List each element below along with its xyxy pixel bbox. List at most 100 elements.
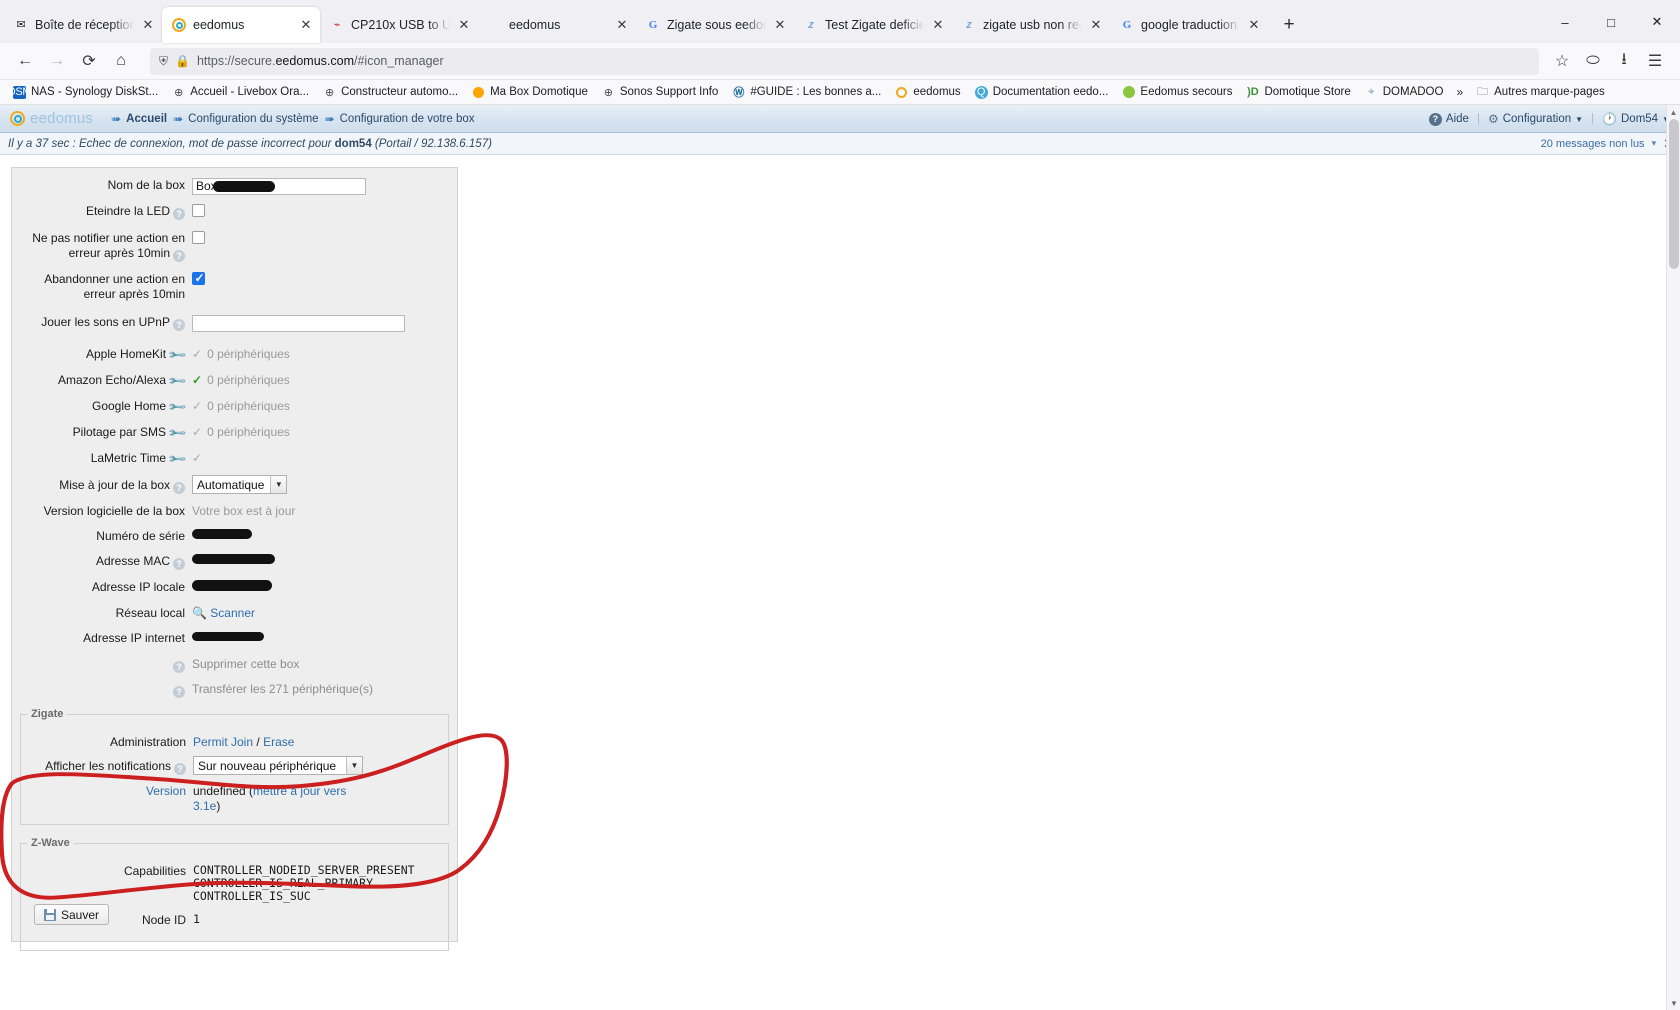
unread-count[interactable]: 20 messages non lus — [1541, 138, 1645, 150]
scroll-down-icon[interactable]: ▼ — [1667, 996, 1680, 1010]
browser-tab[interactable]: z Test Zigate deficient – Pa... ✕ — [794, 7, 952, 43]
tab-close-icon[interactable]: ✕ — [140, 17, 156, 33]
help-icon[interactable]: ? — [173, 661, 185, 673]
help-icon[interactable]: ? — [173, 558, 185, 570]
chevron-down-icon[interactable]: ▾ — [1652, 138, 1657, 149]
field-abandon-error: Abandonner une action en erreur après 10… — [12, 271, 457, 302]
browser-tab[interactable]: ⌁ CP210x USB to UART Bri... ✕ — [320, 7, 478, 43]
help-icon[interactable]: ? — [173, 482, 185, 494]
user-menu[interactable]: 🕐 Dom54 ▼ — [1602, 112, 1670, 126]
bookmark-item[interactable]: ⊕ Accueil - Livebox Ora... — [165, 84, 316, 101]
minimize-button[interactable]: – — [1542, 5, 1588, 39]
bookmark-item[interactable]: ⊕ Constructeur automo... — [316, 84, 465, 101]
downloads-icon[interactable]: ⭳ — [1609, 46, 1639, 76]
bookmark-item[interactable]: Eedomus secours — [1115, 84, 1239, 101]
browser-tab-active[interactable]: eedomus ✕ — [162, 7, 320, 43]
bookmarks-overflow-icon[interactable]: » — [1450, 83, 1469, 101]
browser-tab[interactable]: ✉ Boîte de réception (5 23... ✕ — [4, 7, 162, 43]
breadcrumb-item-config-systeme[interactable]: ➠ Configuration du système — [173, 112, 318, 126]
upnp-sounds-input[interactable] — [192, 315, 405, 332]
bookmark-item[interactable]: DSM NAS - Synology DiskSt... — [6, 84, 165, 101]
home-icon[interactable]: ⌂ — [106, 46, 136, 76]
configuration-menu[interactable]: ⚙ Configuration ▼ — [1488, 112, 1583, 126]
close-window-button[interactable]: ✕ — [1634, 5, 1680, 39]
bookmark-item[interactable]: ⌖ DOMADOO — [1358, 84, 1451, 101]
tab-close-icon[interactable]: ✕ — [772, 17, 788, 33]
back-icon[interactable]: ← — [10, 46, 40, 76]
wrench-icon[interactable]: 🔧 — [167, 397, 188, 418]
other-bookmarks-folder[interactable]: 🗀 Autres marque-pages — [1469, 84, 1612, 101]
help-icon[interactable]: ? — [173, 319, 185, 331]
delete-box-label[interactable]: Supprimer cette box — [192, 657, 457, 672]
shield-icon[interactable]: ⛨ — [159, 54, 168, 69]
wrench-icon[interactable]: 🔧 — [167, 345, 188, 366]
tab-close-icon[interactable]: ✕ — [298, 17, 314, 33]
field-software-version: Version logicielle de la box Votre box e… — [12, 504, 457, 519]
field-label: Pilotage par SMS🔧 — [72, 422, 188, 444]
help-icon[interactable]: ? — [173, 686, 185, 698]
tab-close-icon[interactable]: ✕ — [456, 17, 472, 33]
eedomus-logo[interactable]: eedomus — [10, 110, 93, 127]
breadcrumb-item-config-box[interactable]: ➠ Configuration de votre box — [325, 112, 475, 126]
field-google-home: Google Home🔧 ✓ 0 périphériques — [12, 397, 457, 418]
bookmark-star-icon[interactable]: ☆ — [1547, 46, 1577, 76]
integration-status: 0 périphériques — [207, 373, 290, 387]
scrollbar-thumb[interactable] — [1669, 119, 1679, 269]
box-name-input[interactable]: Box — [192, 178, 366, 195]
bookmark-item[interactable]: )D Domotique Store — [1239, 84, 1357, 101]
help-button[interactable]: ? Aide — [1428, 112, 1469, 126]
permit-join-link[interactable]: Permit Join — [193, 735, 253, 749]
save-to-pocket-icon[interactable]: ⬭ — [1578, 46, 1608, 76]
transfer-devices-label[interactable]: Transférer les 271 périphérique(s) — [192, 682, 457, 697]
nas-icon: DSM — [7, 85, 32, 99]
app-menu-icon[interactable]: ☰ — [1640, 46, 1670, 76]
browser-tab[interactable]: G Zigate sous eedomus + ... ✕ — [636, 7, 794, 43]
new-tab-button[interactable]: + — [1274, 10, 1304, 40]
orange-dot-icon — [472, 86, 485, 99]
browser-window: ✉ Boîte de réception (5 23... ✕ eedomus … — [0, 0, 1680, 1010]
arrow-right-icon: ➠ — [324, 111, 335, 126]
software-version-value: Votre box est à jour — [192, 504, 296, 518]
browser-tab[interactable]: G google traduction - Rec... ✕ — [1110, 7, 1268, 43]
browser-tab[interactable]: z zigate usb non reconnu... ✕ — [952, 7, 1110, 43]
update-mode-select[interactable]: Automatique ▼ — [192, 475, 288, 494]
help-icon[interactable]: ? — [173, 208, 185, 220]
wrench-icon[interactable]: 🔧 — [167, 449, 188, 470]
save-button[interactable]: Sauver — [34, 904, 110, 925]
gear-icon: ⚙ — [1487, 112, 1499, 126]
tab-close-icon[interactable]: ✕ — [1088, 17, 1104, 33]
help-icon[interactable]: ? — [173, 250, 185, 262]
tab-close-icon[interactable]: ✕ — [930, 17, 946, 33]
help-icon[interactable]: ? — [174, 763, 186, 775]
breadcrumb-item-accueil[interactable]: ➠ Accueil — [111, 112, 167, 126]
reload-icon[interactable]: ⟳ — [74, 46, 104, 76]
bookmark-item[interactable]: eedomus — [888, 84, 967, 101]
zigate-notifications-select[interactable]: Sur nouveau périphérique ▼ — [193, 756, 363, 775]
tab-close-icon[interactable]: ✕ — [614, 17, 630, 33]
zigate-version-label[interactable]: Version — [21, 784, 193, 799]
bookmark-item[interactable]: Ma Box Domotique — [465, 84, 595, 101]
wrench-icon[interactable]: 🔧 — [167, 423, 188, 444]
maximize-button[interactable]: □ — [1588, 5, 1634, 39]
erase-link[interactable]: Erase — [263, 735, 294, 749]
zigate-version-value: undefined ( — [193, 784, 254, 798]
led-off-checkbox[interactable] — [192, 204, 205, 217]
bookmark-item[interactable]: Ⓦ #GUIDE : Les bonnes a... — [725, 84, 888, 101]
eedomus-icon — [895, 86, 908, 99]
forward-icon[interactable]: → — [42, 46, 72, 76]
abandon-error-checkbox[interactable] — [192, 271, 205, 286]
wrench-icon[interactable]: 🔧 — [167, 371, 188, 392]
tab-close-icon[interactable]: ✕ — [1246, 17, 1262, 33]
bookmark-item[interactable]: Q Documentation eedo... — [968, 84, 1116, 101]
scroll-up-icon[interactable]: ▲ — [1667, 105, 1680, 119]
chip-icon: ⌁ — [333, 18, 341, 31]
configuration-label: Configuration — [1502, 113, 1572, 125]
vertical-scrollbar[interactable]: ▲ ▼ — [1666, 105, 1680, 1010]
lock-icon[interactable]: 🔒 — [175, 54, 190, 68]
bookmark-item[interactable]: ⊕ Sonos Support Info — [595, 84, 725, 101]
scan-network-link[interactable]: Scanner — [210, 606, 255, 620]
address-bar[interactable]: ⛨ 🔒 https://secure.eedomus.com/#icon_man… — [150, 47, 1539, 75]
integration-status: 0 périphériques — [207, 347, 290, 361]
no-notify-error-checkbox[interactable] — [192, 231, 205, 244]
browser-tab[interactable]: eedomus ✕ — [478, 7, 636, 43]
